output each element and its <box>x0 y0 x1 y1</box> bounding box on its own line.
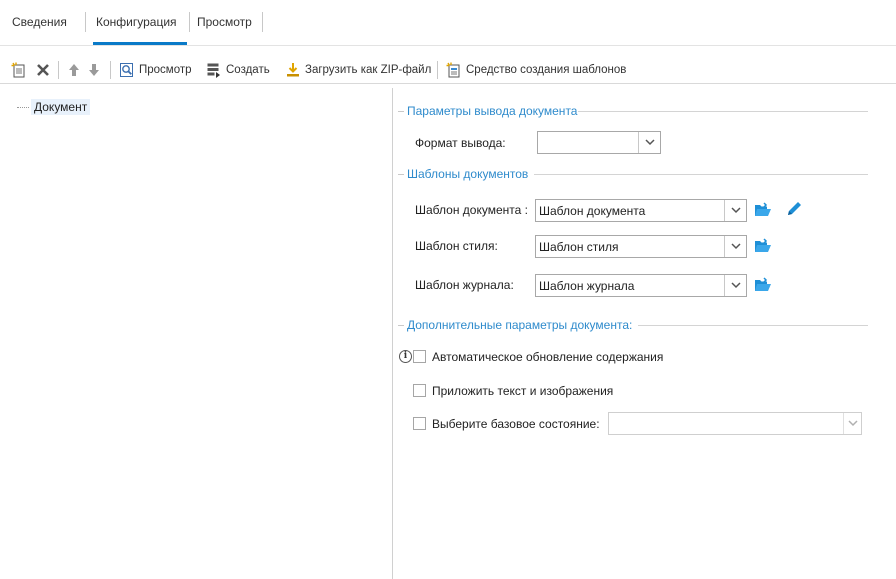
tab-preview[interactable]: Просмотр <box>197 16 252 34</box>
auto-update-toc-label: Автоматическое обновление содержания <box>432 350 664 364</box>
toolbar-separator <box>58 61 59 79</box>
baseline-label: Выберите базовое состояние: <box>432 417 600 431</box>
chevron-down-icon <box>645 139 655 146</box>
section-title: Шаблоны документов <box>407 167 535 181</box>
create-button[interactable]: Создать <box>206 59 270 81</box>
document-tree: Документ <box>0 88 393 579</box>
template-tool-label: Средство создания шаблонов <box>466 64 627 76</box>
tree-connector <box>17 106 29 108</box>
journal-template-label: Шаблон журнала: <box>415 278 514 292</box>
additional-params-section: Дополнительные параметры документа: <box>398 318 868 332</box>
chevron-down-icon <box>731 243 741 250</box>
select-value: Шаблон журнала <box>539 279 635 293</box>
edit-pencil-icon[interactable] <box>785 200 803 218</box>
open-folder-icon[interactable] <box>754 202 772 218</box>
tab-configuration[interactable]: Конфигурация <box>96 16 177 34</box>
info-icon[interactable]: i <box>399 350 412 363</box>
tree-node-document[interactable]: Документ <box>17 99 91 115</box>
section-rule <box>398 325 404 326</box>
chevron-down-icon <box>731 207 741 214</box>
tab-bar: Сведения Конфигурация Просмотр <box>0 0 896 46</box>
baseline-checkbox[interactable] <box>413 417 426 430</box>
section-title: Дополнительные параметры документа: <box>407 318 639 332</box>
move-down-button[interactable] <box>86 59 102 81</box>
document-template-label: Шаблон документа : <box>415 203 528 217</box>
magnifier-icon <box>119 62 135 78</box>
tab-separator <box>85 12 86 32</box>
style-template-select[interactable]: Шаблон стиля <box>535 235 747 258</box>
new-document-icon <box>11 62 27 78</box>
attach-text-images-label: Приложить текст и изображения <box>432 384 614 398</box>
dropdown-button[interactable] <box>724 236 746 257</box>
new-button[interactable] <box>11 59 27 81</box>
select-value: Шаблон документа <box>539 204 646 218</box>
chevron-down-icon <box>848 420 858 427</box>
tree-node-label: Документ <box>31 99 91 115</box>
active-tab-indicator <box>93 42 187 45</box>
section-rule <box>638 325 868 326</box>
output-format-select[interactable] <box>537 131 661 154</box>
output-params-section: Параметры вывода документа <box>398 104 868 118</box>
document-template-select[interactable]: Шаблон документа <box>535 199 747 222</box>
arrow-up-icon <box>66 62 82 78</box>
auto-update-toc-checkbox[interactable] <box>413 350 426 363</box>
section-title: Параметры вывода документа <box>407 104 584 118</box>
toolbar-separator <box>110 61 111 79</box>
dropdown-button[interactable] <box>724 200 746 221</box>
section-rule <box>578 111 868 112</box>
tab-separator <box>189 12 190 32</box>
style-template-label: Шаблон стиля: <box>415 239 498 253</box>
delete-button[interactable] <box>35 59 51 81</box>
tab-separator <box>262 12 263 32</box>
download-icon <box>285 62 301 78</box>
dropdown-button[interactable] <box>843 413 861 434</box>
select-value: Шаблон стиля <box>539 240 619 254</box>
dropdown-button[interactable] <box>724 275 746 296</box>
download-zip-button[interactable]: Загрузить как ZIP-файл <box>285 59 431 81</box>
delete-icon <box>35 62 51 78</box>
template-tool-button[interactable]: Средство создания шаблонов <box>446 59 626 81</box>
section-rule <box>398 111 404 112</box>
download-zip-label: Загрузить как ZIP-файл <box>305 64 432 76</box>
preview-button[interactable]: Просмотр <box>119 59 192 81</box>
toolbar: Просмотр Создать Загрузить как ZIP-файл … <box>0 56 896 84</box>
output-format-label: Формат вывода: <box>415 136 506 150</box>
generate-document-icon <box>206 62 222 78</box>
template-builder-icon <box>446 62 462 78</box>
dropdown-button[interactable] <box>638 132 660 153</box>
arrow-down-icon <box>86 62 102 78</box>
move-up-button[interactable] <box>66 59 82 81</box>
journal-template-select[interactable]: Шаблон журнала <box>535 274 747 297</box>
toolbar-separator <box>437 61 438 79</box>
open-folder-icon[interactable] <box>754 238 772 254</box>
chevron-down-icon <box>731 282 741 289</box>
section-rule <box>534 174 868 175</box>
baseline-select[interactable] <box>608 412 862 435</box>
open-folder-icon[interactable] <box>754 277 772 293</box>
preview-label: Просмотр <box>139 64 192 76</box>
section-rule <box>398 174 404 175</box>
templates-section: Шаблоны документов <box>398 167 868 181</box>
create-label: Создать <box>226 64 270 76</box>
attach-text-images-checkbox[interactable] <box>413 384 426 397</box>
tab-details[interactable]: Сведения <box>12 16 67 34</box>
